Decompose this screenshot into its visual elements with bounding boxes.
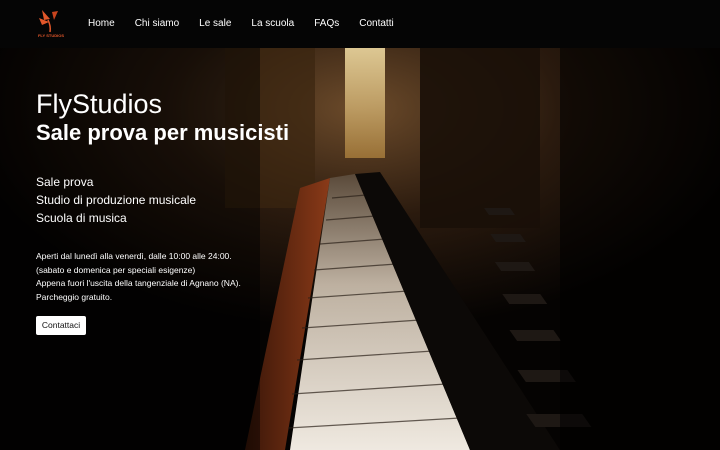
- hero-heading-block: FlyStudios Sale prova per musicisti: [36, 89, 289, 146]
- services-list: Sale prova Studio di produzione musicale…: [36, 173, 196, 227]
- hero-subtitle: Sale prova per musicisti: [36, 120, 290, 145]
- service-item: Sale prova: [36, 175, 94, 189]
- nav-le-sale[interactable]: Le sale: [199, 17, 231, 31]
- main-navigation: Home Chi siamo Le sale La scuola FAQs Co…: [88, 0, 414, 48]
- nav-contatti[interactable]: Contatti: [359, 17, 393, 31]
- svg-text:FLY STUDIOS: FLY STUDIOS: [38, 33, 64, 38]
- hero-title: FlyStudios: [36, 89, 163, 119]
- info-line: (sabato e domenica per speciali esigenze…: [36, 264, 196, 275]
- flystudios-logo[interactable]: FLY STUDIOS: [34, 6, 68, 40]
- contattaci-button[interactable]: Contattaci: [36, 316, 86, 335]
- fly-logo-icon: FLY STUDIOS: [38, 10, 64, 38]
- nav-la-scuola[interactable]: La scuola: [251, 17, 294, 31]
- info-line: Parcheggio gratuito.: [36, 291, 113, 302]
- nav-home[interactable]: Home: [88, 17, 115, 31]
- opening-info: Aperti dal lunedì alla venerdì, dalle 10…: [36, 250, 241, 304]
- service-item: Scuola di musica: [36, 211, 127, 225]
- service-item: Studio di produzione musicale: [36, 193, 197, 207]
- nav-chi-siamo[interactable]: Chi siamo: [135, 17, 179, 31]
- nav-faqs[interactable]: FAQs: [314, 17, 339, 31]
- info-line: Aperti dal lunedì alla venerdì, dalle 10…: [36, 251, 232, 261]
- info-line: Appena fuori l'uscita della tangenziale …: [36, 278, 241, 289]
- top-navbar: FLY STUDIOS Home Chi siamo Le sale La sc…: [0, 0, 720, 48]
